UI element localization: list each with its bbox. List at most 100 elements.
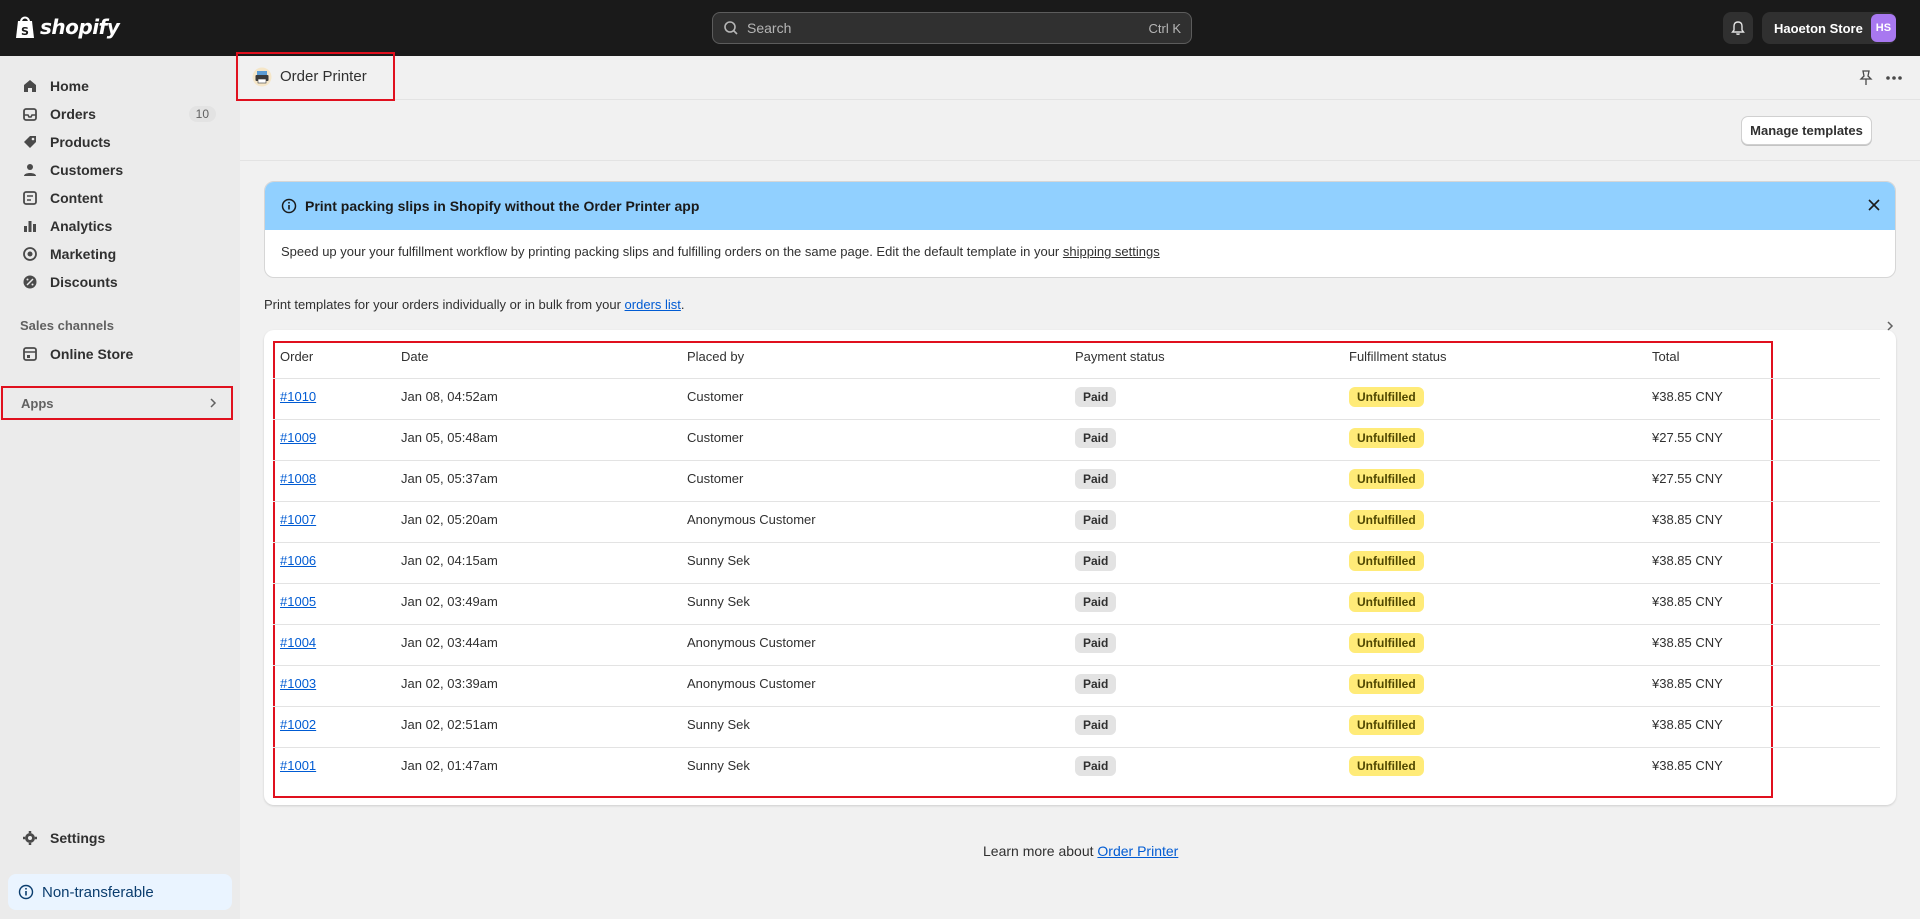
non-transferable-badge[interactable]: Non-transferable <box>8 874 232 910</box>
order-link[interactable]: #1009 <box>280 430 316 445</box>
row-divider <box>273 706 1880 707</box>
column-header-payment-status: Payment status <box>1075 349 1165 364</box>
banner-body-text: Speed up your your fulfillment workflow … <box>281 244 1063 259</box>
shopify-logo[interactable]: S shopify <box>14 14 120 40</box>
sidebar-item-label: Products <box>50 134 111 150</box>
row-divider <box>273 542 1880 543</box>
order-total: ¥38.85 CNY <box>1652 676 1723 691</box>
top-bar: S shopify Search Ctrl K Haoeton Store HS <box>0 0 1920 56</box>
app-title[interactable]: Order Printer <box>236 52 395 101</box>
close-icon[interactable] <box>1867 198 1881 212</box>
sidebar-item-label: Home <box>50 78 89 94</box>
sidebar-item-label: Settings <box>50 830 106 846</box>
fulfillment-status-badge: Unfulfilled <box>1349 469 1424 489</box>
row-divider <box>273 665 1880 666</box>
search-icon <box>724 21 738 35</box>
column-header-total: Total <box>1652 349 1680 364</box>
sidebar-item-settings[interactable]: Settings <box>10 824 226 852</box>
sidebar-item-content[interactable]: Content <box>10 184 226 212</box>
app-title-label: Order Printer <box>280 68 367 85</box>
sidebar-item-products[interactable]: Products <box>10 128 226 156</box>
order-printer-link[interactable]: Order Printer <box>1097 843 1178 859</box>
placed-by: Sunny Sek <box>687 717 750 732</box>
sidebar-item-online-store[interactable]: Online Store <box>10 340 226 368</box>
order-total: ¥38.85 CNY <box>1652 717 1723 732</box>
sidebar-item-discounts[interactable]: Discounts <box>10 268 226 296</box>
sidebar-item-apps[interactable]: Apps <box>1 386 233 420</box>
orders-icon <box>23 108 37 121</box>
intro-body: Print templates for your orders individu… <box>264 297 625 312</box>
fulfillment-status-badge: Unfulfilled <box>1349 428 1424 448</box>
row-divider <box>273 378 1880 379</box>
sidebar-item-label: Orders <box>50 106 96 122</box>
orders-list-link[interactable]: orders list <box>625 297 681 312</box>
placed-by: Customer <box>687 389 744 404</box>
sidebar-item-analytics[interactable]: Analytics <box>10 212 226 240</box>
sidebar-item-orders[interactable]: Orders 10 <box>10 100 226 128</box>
row-divider <box>273 501 1880 502</box>
sidebar-item-customers[interactable]: Customers <box>10 156 226 184</box>
more-horizontal-icon[interactable] <box>1885 75 1903 81</box>
order-link[interactable]: #1002 <box>280 717 316 732</box>
order-link[interactable]: #1004 <box>280 635 316 650</box>
order-link[interactable]: #1008 <box>280 471 316 486</box>
order-link[interactable]: #1010 <box>280 389 316 404</box>
column-header-placed-by: Placed by <box>687 349 745 364</box>
home-icon <box>24 80 36 92</box>
order-date: Jan 05, 05:37am <box>401 471 498 486</box>
payment-status-badge: Paid <box>1075 551 1117 571</box>
sidebar-item-home[interactable]: Home <box>10 72 226 100</box>
placed-by: Sunny Sek <box>687 594 750 609</box>
sidebar-item-label: Marketing <box>50 246 117 262</box>
order-total: ¥38.85 CNY <box>1652 594 1723 609</box>
notifications-button[interactable] <box>1723 12 1753 44</box>
sales-channels-heading: Sales channels <box>20 318 114 333</box>
order-link[interactable]: #1005 <box>280 594 316 609</box>
order-date: Jan 02, 04:15am <box>401 553 498 568</box>
placed-by: Sunny Sek <box>687 758 750 773</box>
column-header-order: Order <box>280 349 314 364</box>
sidebar-item-label: Content <box>50 190 103 206</box>
manage-templates-button[interactable]: Manage templates <box>1741 116 1872 145</box>
learn-more-prefix: Learn more about <box>983 843 1098 859</box>
person-icon <box>24 164 36 176</box>
order-link[interactable]: #1003 <box>280 676 316 691</box>
shipping-settings-link[interactable]: shipping settings <box>1063 244 1160 259</box>
store-icon <box>23 347 37 361</box>
column-header-date: Date <box>401 349 429 364</box>
order-link[interactable]: #1006 <box>280 553 316 568</box>
sidebar-item-label: Analytics <box>50 218 113 234</box>
banner-body: Speed up your your fulfillment workflow … <box>265 230 1895 273</box>
sidebar-item-marketing[interactable]: Marketing <box>10 240 226 268</box>
row-divider <box>273 747 1880 748</box>
fulfillment-status-badge: Unfulfilled <box>1349 510 1424 530</box>
logo-text: shopify <box>40 15 120 39</box>
fulfillment-status-badge: Unfulfilled <box>1349 674 1424 694</box>
info-icon <box>18 884 34 900</box>
info-banner: Print packing slips in Shopify without t… <box>264 181 1896 278</box>
sidebar-item-label: Customers <box>50 162 124 178</box>
order-link[interactable]: #1001 <box>280 758 316 773</box>
store-name: Haoeton Store <box>1774 20 1863 36</box>
fulfillment-status-badge: Unfulfilled <box>1349 756 1424 776</box>
search-input[interactable]: Search Ctrl K <box>712 12 1192 44</box>
pin-icon[interactable] <box>1859 70 1873 86</box>
row-divider <box>273 419 1880 420</box>
fulfillment-status-badge: Unfulfilled <box>1349 633 1424 653</box>
placed-by: Anonymous Customer <box>687 676 816 691</box>
placed-by: Customer <box>687 430 744 445</box>
discount-icon <box>23 275 37 289</box>
order-total: ¥38.85 CNY <box>1652 635 1723 650</box>
tag-icon <box>24 136 36 148</box>
store-menu-button[interactable]: Haoeton Store HS <box>1762 12 1896 44</box>
order-total: ¥38.85 CNY <box>1652 553 1723 568</box>
sidebar-item-label: Discounts <box>50 274 118 290</box>
search-placeholder: Search <box>747 20 792 36</box>
banner-title: Print packing slips in Shopify without t… <box>305 198 700 214</box>
order-date: Jan 02, 02:51am <box>401 717 498 732</box>
order-link[interactable]: #1007 <box>280 512 316 527</box>
fulfillment-status-badge: Unfulfilled <box>1349 592 1424 612</box>
non-transferable-label: Non-transferable <box>42 883 154 901</box>
page-header <box>240 56 1920 100</box>
placed-by: Sunny Sek <box>687 553 750 568</box>
